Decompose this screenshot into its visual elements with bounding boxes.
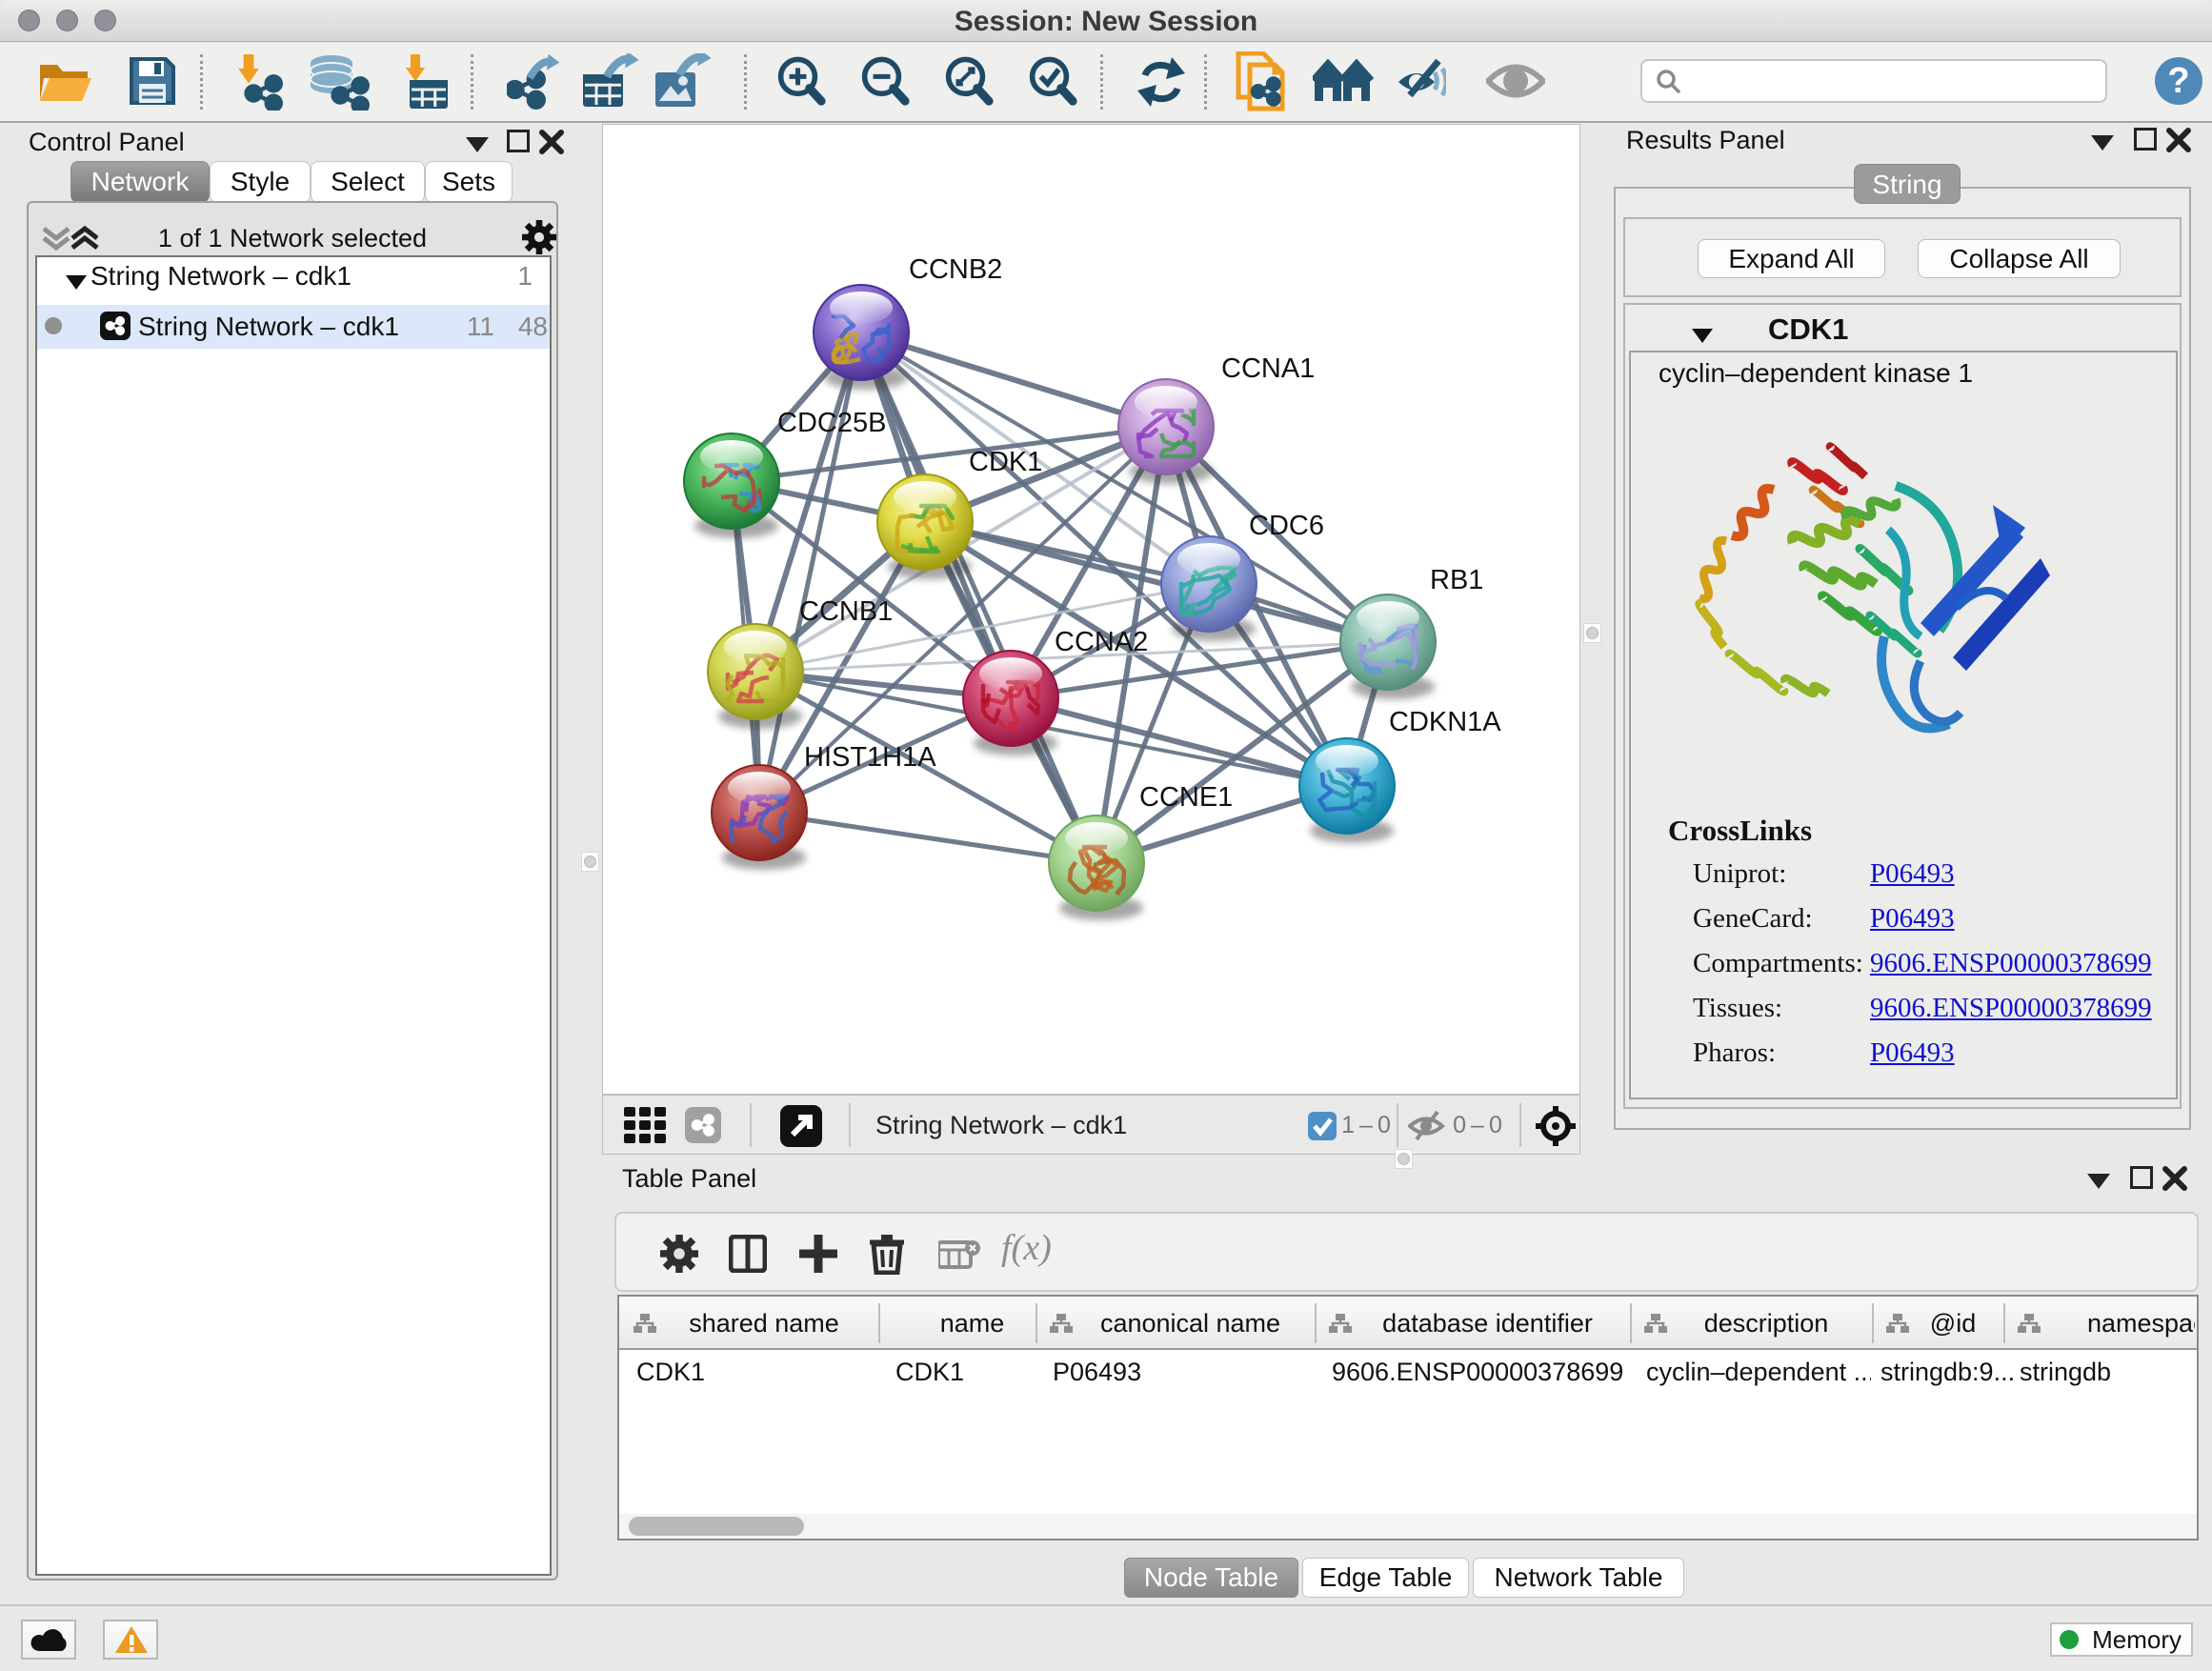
svg-text:CCNB1: CCNB1 [799,596,893,627]
svg-text:CCNB2: CCNB2 [909,254,1002,285]
svg-text:HIST1H1A: HIST1H1A [804,742,936,773]
svg-text:CDC6: CDC6 [1249,511,1324,541]
svg-text:CDK1: CDK1 [969,447,1042,477]
svg-text:CCNA2: CCNA2 [1055,627,1148,657]
svg-text:RB1: RB1 [1430,565,1483,595]
svg-text:CDKN1A: CDKN1A [1389,707,1501,737]
svg-text:CCNA1: CCNA1 [1221,353,1315,384]
svg-text:CDC25B: CDC25B [777,408,886,438]
svg-text:CCNE1: CCNE1 [1139,782,1233,813]
